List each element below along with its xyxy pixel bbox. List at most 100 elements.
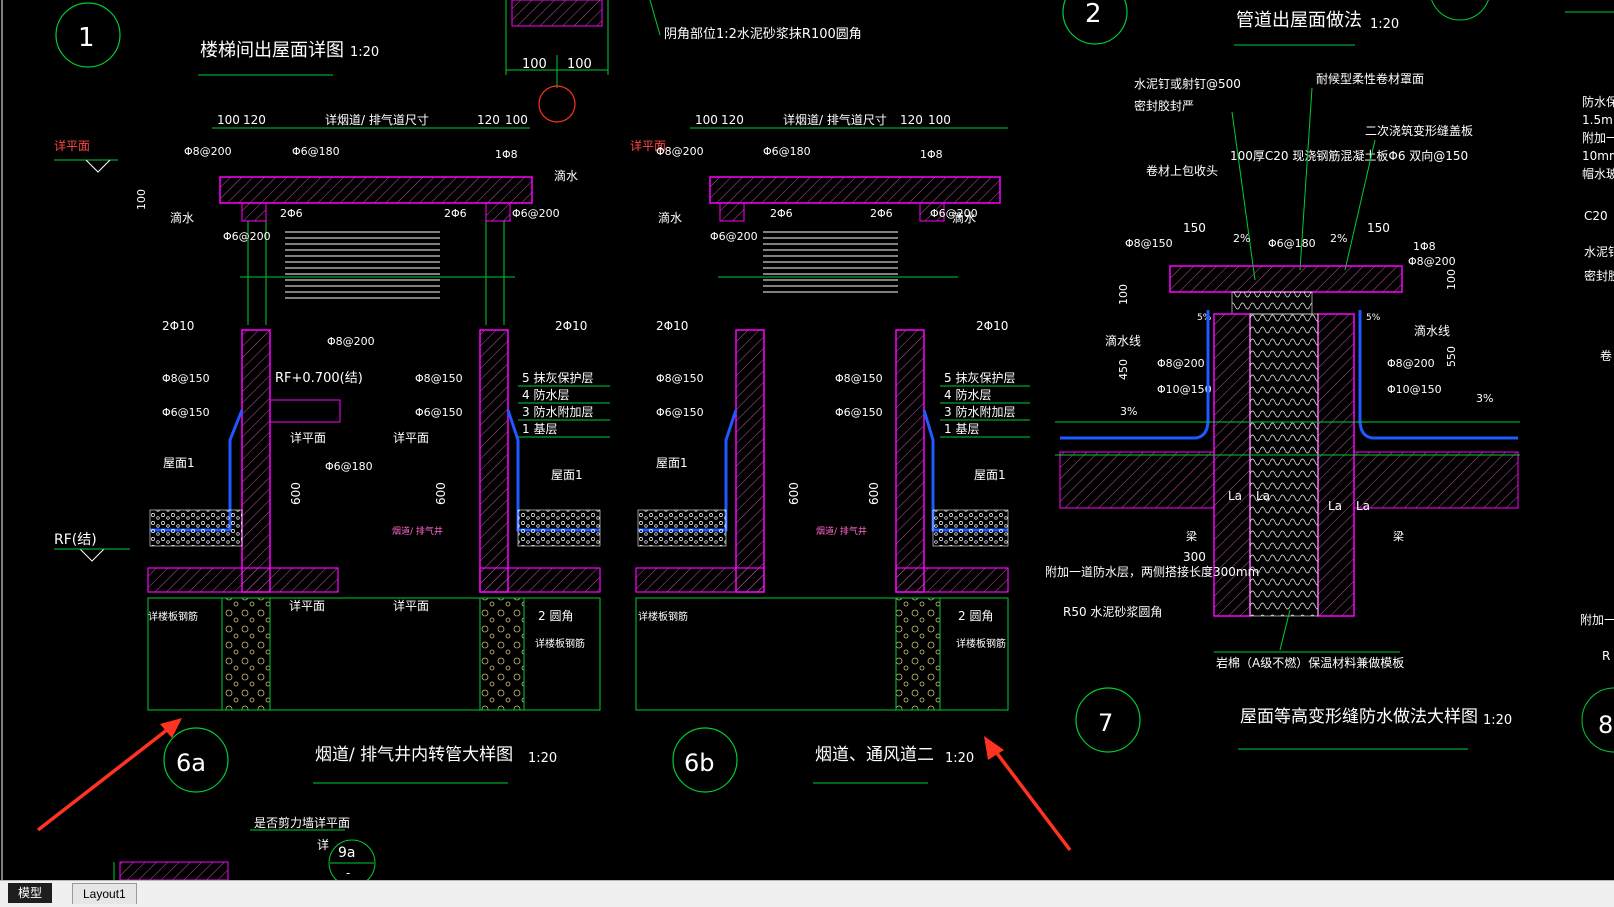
svg-text:Φ6@200: Φ6@200: [512, 207, 560, 220]
svg-text:R: R: [1602, 649, 1610, 663]
svg-text:La: La: [1356, 499, 1370, 513]
svg-text:La: La: [1228, 489, 1242, 503]
svg-text:R50 水泥砂浆圆角: R50 水泥砂浆圆角: [1063, 604, 1162, 619]
svg-text:详楼板钢筋: 详楼板钢筋: [956, 637, 1006, 650]
svg-text:100: 100: [135, 189, 148, 210]
svg-text:120: 120: [243, 113, 266, 127]
svg-text:Φ8@150: Φ8@150: [1125, 237, 1173, 250]
svg-text:100: 100: [217, 113, 240, 127]
svg-text:600: 600: [434, 482, 448, 505]
drawing-2-title: 管道出屋面做法: [1236, 10, 1362, 31]
drawing-6b-title: 烟道、通风道二: [815, 745, 934, 765]
svg-text:2Φ6: 2Φ6: [280, 207, 303, 220]
svg-text:600: 600: [787, 482, 801, 505]
svg-text:100: 100: [522, 57, 547, 72]
svg-text:3 防水附加层: 3 防水附加层: [944, 404, 1015, 419]
svg-text:150: 150: [1367, 221, 1390, 235]
svg-text:5 抹灰保护层: 5 抹灰保护层: [944, 371, 1015, 385]
svg-text:10mm: 10mm: [1582, 149, 1614, 163]
svg-text:4 防水层: 4 防水层: [944, 387, 991, 402]
drawing-6a-title: 烟道/ 排气井内转管大样图: [315, 745, 513, 765]
top-note: 阴角部位1:2水泥砂浆抹R100圆角: [664, 27, 862, 42]
svg-text:2Φ10: 2Φ10: [976, 319, 1008, 333]
svg-text:详平面: 详平面: [290, 430, 326, 445]
svg-text:RF+0.700(结): RF+0.700(结): [275, 371, 363, 386]
svg-text:屋面1: 屋面1: [974, 468, 1006, 482]
svg-text:附加一: 附加一: [1582, 131, 1614, 145]
drawing-6a-number: 6a: [176, 749, 206, 777]
svg-text:120: 120: [900, 113, 923, 127]
svg-text:9a: 9a: [338, 845, 356, 861]
svg-text:耐候型柔性卷材罩面: 耐候型柔性卷材罩面: [1316, 71, 1424, 86]
svg-text:Φ10@150: Φ10@150: [1387, 383, 1442, 396]
drawing-1-title: 楼梯间出屋面详图: [200, 40, 344, 61]
annotation-arrows: [36, 718, 1072, 852]
svg-text:2Φ6: 2Φ6: [770, 207, 793, 220]
svg-text:Φ6@180: Φ6@180: [1268, 237, 1316, 250]
svg-text:550: 550: [1445, 346, 1458, 367]
svg-text:Φ8@200: Φ8@200: [327, 335, 375, 348]
drawing-7-scale: 1:20: [1483, 713, 1512, 728]
svg-text:卷: 卷: [1600, 348, 1612, 363]
svg-text:4 防水层: 4 防水层: [522, 387, 569, 402]
drawing-2-title-block: 2 管道出屋面做法 1:20: [1062, 0, 1489, 46]
svg-text:水泥钉或射钉@500: 水泥钉或射钉@500: [1134, 76, 1241, 91]
svg-text:详楼板钢筋: 详楼板钢筋: [148, 610, 198, 623]
svg-text:3 防水附加层: 3 防水附加层: [522, 404, 593, 419]
svg-text:Φ8@150: Φ8@150: [162, 372, 210, 385]
right-edge-fragment: 防水保 1.5m 附加一 10mm 帽水玻 C20 水泥钉 密封胶 卷 附加一 …: [1565, 11, 1614, 753]
drawing-9a-fragment: 是否剪力墙详平面 详 9a -: [113, 815, 376, 880]
drawing-1-number: 1: [78, 23, 95, 53]
svg-text:Φ6@150: Φ6@150: [415, 406, 463, 419]
svg-text:2%: 2%: [1330, 232, 1347, 245]
svg-text:150: 150: [1183, 221, 1206, 235]
svg-text:2Φ10: 2Φ10: [656, 319, 688, 333]
svg-text:二次浇筑变形缝盖板: 二次浇筑变形缝盖板: [1365, 123, 1473, 138]
tab-model[interactable]: 模型: [8, 883, 53, 903]
drawing-2-number: 2: [1085, 0, 1102, 29]
svg-text:120: 120: [721, 113, 744, 127]
svg-text:2 圆角: 2 圆角: [538, 609, 573, 623]
svg-text:密封胶封严: 密封胶封严: [1134, 98, 1194, 113]
svg-text:Φ6@150: Φ6@150: [656, 406, 704, 419]
svg-text:滴水线: 滴水线: [1105, 333, 1141, 348]
top-fragment: 100 100 阴角部位1:2水泥砂浆抹R100圆角: [505, 0, 862, 123]
svg-text:5%: 5%: [1366, 313, 1381, 323]
svg-text:卷材上包收头: 卷材上包收头: [1146, 163, 1218, 178]
svg-text:5 抹灰保护层: 5 抹灰保护层: [522, 371, 593, 385]
svg-text:1Φ8: 1Φ8: [495, 148, 518, 161]
drawing-1-title-block: 1 楼梯间出屋面详图 1:20: [55, 2, 379, 76]
svg-text:RF(结): RF(结): [54, 532, 97, 548]
svg-text:100: 100: [505, 113, 528, 127]
svg-text:450: 450: [1117, 359, 1130, 380]
tab-layout1[interactable]: Layout1: [72, 883, 137, 904]
drawing-6b: 100 120 详烟道/ 排气道尺寸 120 100 详平面 Φ8@200 Φ6…: [630, 112, 1030, 793]
svg-text:600: 600: [289, 482, 303, 505]
svg-text:详烟道/ 排气道尺寸: 详烟道/ 排气道尺寸: [783, 112, 887, 127]
svg-text:Φ8@200: Φ8@200: [1157, 357, 1205, 370]
svg-text:Φ6@200: Φ6@200: [223, 230, 271, 243]
svg-text:详楼板钢筋: 详楼板钢筋: [535, 637, 585, 650]
drawing-6a: 100 120 详烟道/ 排气道尺寸 120 100 详平面 Φ8@200 Φ6…: [54, 112, 610, 793]
svg-text:详平面: 详平面: [289, 598, 325, 613]
svg-text:-: -: [346, 866, 350, 880]
svg-text:Φ8@200: Φ8@200: [1387, 357, 1435, 370]
svg-text:详烟道/ 排气道尺寸: 详烟道/ 排气道尺寸: [325, 112, 429, 127]
svg-text:Φ8@150: Φ8@150: [415, 372, 463, 385]
svg-text:2Φ10: 2Φ10: [555, 319, 587, 333]
svg-text:1 基层: 1 基层: [944, 422, 979, 436]
svg-text:详楼板钢筋: 详楼板钢筋: [638, 610, 688, 623]
svg-text:附加一: 附加一: [1580, 613, 1614, 627]
svg-text:La: La: [1256, 489, 1270, 503]
svg-text:详平面: 详平面: [393, 430, 429, 445]
svg-text:滴水: 滴水: [554, 168, 578, 183]
svg-text:Φ6@180: Φ6@180: [292, 145, 340, 158]
svg-text:Φ6@180: Φ6@180: [325, 460, 373, 473]
svg-text:2 圆角: 2 圆角: [958, 609, 993, 623]
svg-text:100: 100: [695, 113, 718, 127]
cad-model-space[interactable]: 1 楼梯间出屋面详图 1:20 100 100 阴角部位1:2水泥砂浆抹R100…: [0, 0, 1614, 880]
svg-text:水泥钉: 水泥钉: [1584, 245, 1614, 259]
svg-text:Φ10@150: Φ10@150: [1157, 383, 1212, 396]
drawing-6b-number: 6b: [684, 749, 715, 777]
svg-text:岩棉（A级不燃）保温材料兼做模板: 岩棉（A级不燃）保温材料兼做模板: [1216, 655, 1404, 670]
